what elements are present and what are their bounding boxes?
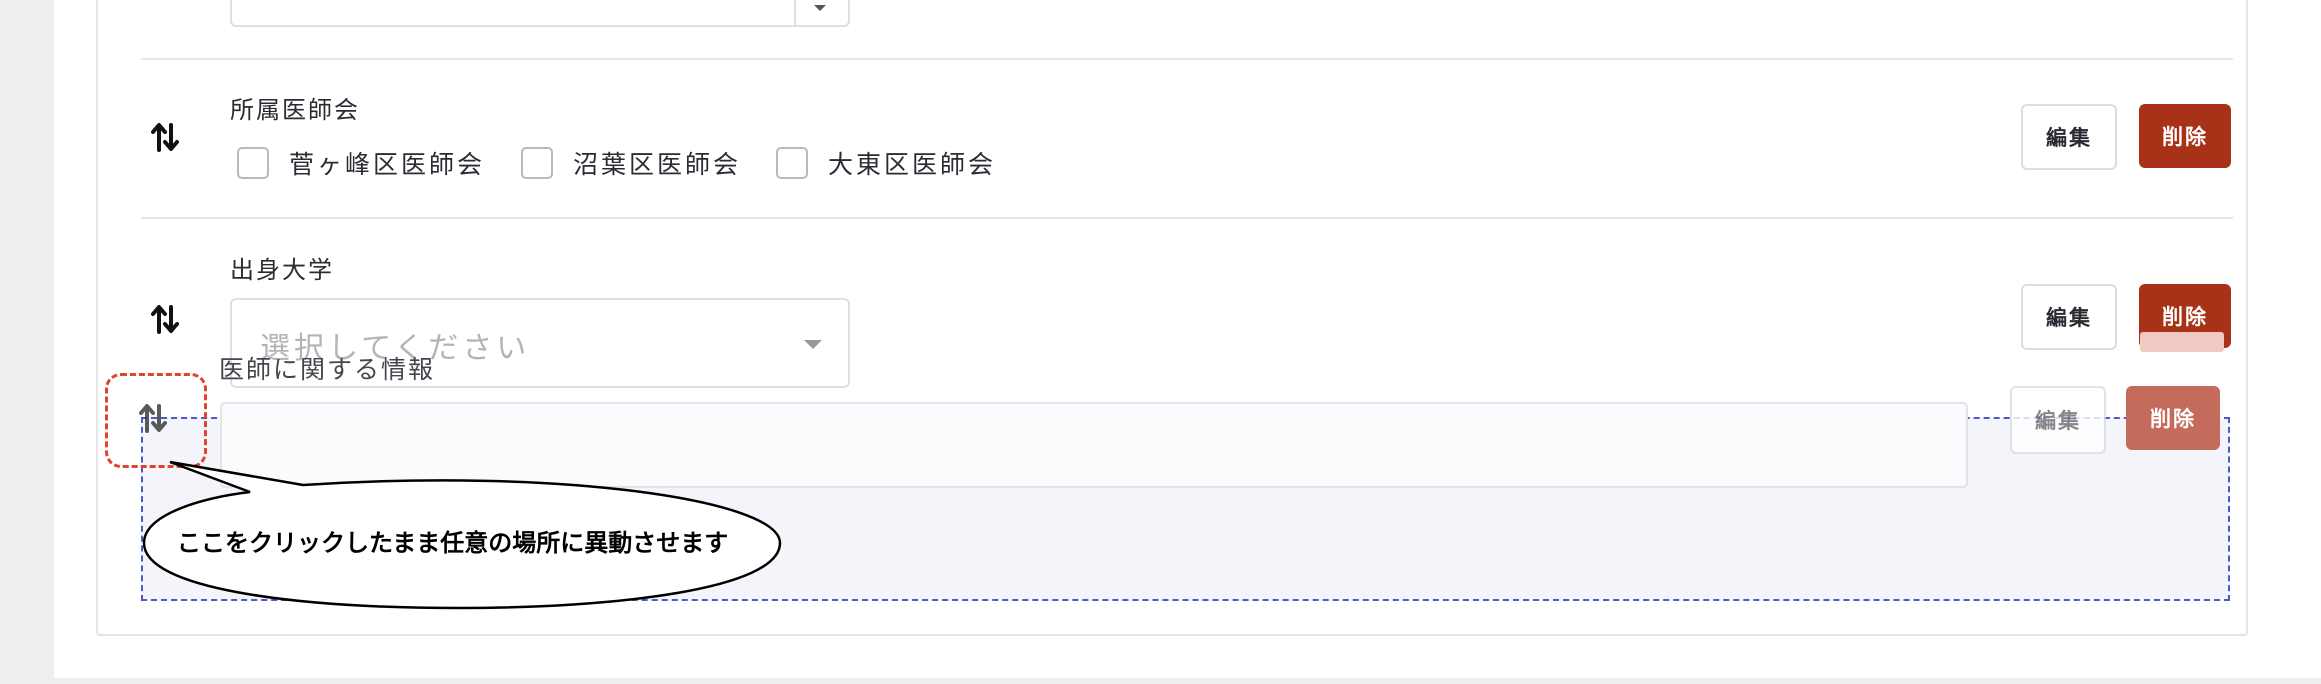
previous-row-select[interactable] bbox=[230, 0, 850, 27]
edit-button[interactable]: 編集 bbox=[2010, 386, 2106, 454]
checkbox-option[interactable]: 大東区医師会 bbox=[776, 145, 996, 181]
select-separator bbox=[794, 0, 796, 25]
chevron-down-icon bbox=[804, 340, 822, 349]
delete-button[interactable]: 削除 bbox=[2126, 386, 2220, 450]
field-label: 出身大学 bbox=[230, 256, 334, 284]
row-divider bbox=[141, 58, 2233, 60]
edit-button[interactable]: 編集 bbox=[2021, 284, 2117, 350]
move-handle-icon[interactable] bbox=[148, 120, 182, 154]
checkbox-box[interactable] bbox=[521, 147, 553, 179]
checkbox-option[interactable]: 沼葉区医師会 bbox=[521, 145, 741, 181]
chevron-down-icon[interactable] bbox=[814, 5, 826, 11]
delete-button-shadow bbox=[2140, 332, 2224, 352]
row-divider bbox=[141, 217, 2233, 219]
checkbox-box[interactable] bbox=[237, 147, 269, 179]
checkbox-label: 大東区医師会 bbox=[828, 150, 997, 179]
drag-handle-highlight bbox=[105, 373, 207, 468]
dragging-item-label: 医師に関する情報 bbox=[219, 355, 436, 384]
callout-text: ここをクリックしたまま任意の場所に異動させます bbox=[177, 529, 729, 557]
edit-button[interactable]: 編集 bbox=[2021, 104, 2117, 170]
move-handle-icon[interactable] bbox=[148, 302, 182, 336]
delete-button[interactable]: 削除 bbox=[2139, 104, 2231, 168]
field-label: 所属医師会 bbox=[230, 96, 360, 124]
checkbox-box[interactable] bbox=[776, 147, 808, 179]
checkbox-label: 菅ヶ峰区医師会 bbox=[289, 150, 486, 179]
checkbox-option[interactable]: 菅ヶ峰区医師会 bbox=[237, 145, 485, 181]
checkbox-label: 沼葉区医師会 bbox=[573, 150, 742, 179]
